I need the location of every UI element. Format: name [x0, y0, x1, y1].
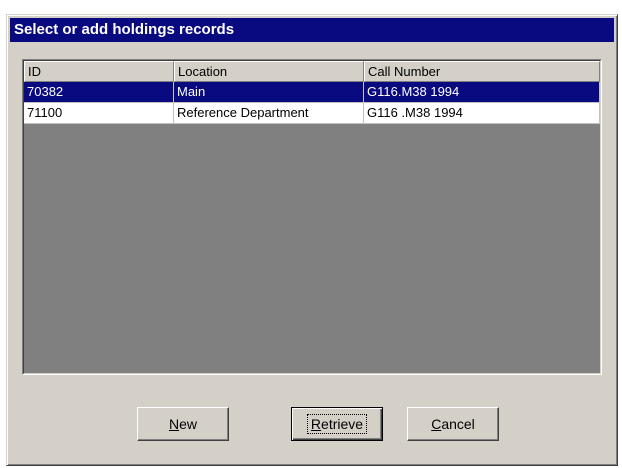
table-row[interactable]: 70382 Main G116.M38 1994 — [24, 82, 600, 103]
cancel-button-label: ancel — [441, 416, 475, 432]
column-header-call-number[interactable]: Call Number — [364, 61, 600, 82]
cancel-button[interactable]: Cancel — [407, 407, 499, 441]
retrieve-button-label: etrieve — [321, 416, 364, 432]
retrieve-button-mnemonic: R — [310, 416, 322, 432]
column-header-id[interactable]: ID — [24, 61, 174, 82]
new-button-label: ew — [179, 416, 198, 432]
list-header: ID Location Call Number — [24, 61, 600, 82]
new-button-mnemonic: N — [168, 416, 180, 432]
cell-id: 71100 — [24, 103, 174, 124]
cancel-button-mnemonic: C — [431, 416, 442, 432]
holdings-list[interactable]: ID Location Call Number 70382 Main G116.… — [22, 59, 602, 375]
cell-id: 70382 — [24, 82, 174, 103]
column-header-location[interactable]: Location — [174, 61, 364, 82]
cell-call-number: G116 .M38 1994 — [364, 103, 600, 124]
cell-location: Reference Department — [174, 103, 364, 124]
new-button[interactable]: New — [137, 407, 229, 441]
dialog-title: Select or add holdings records — [10, 18, 614, 42]
retrieve-button[interactable]: Retrieve — [291, 407, 383, 441]
cell-location: Main — [174, 82, 364, 103]
table-row[interactable]: 71100 Reference Department G116 .M38 199… — [24, 103, 600, 124]
holdings-dialog: Select or add holdings records ID Locati… — [6, 14, 618, 466]
cell-call-number: G116.M38 1994 — [364, 82, 600, 103]
